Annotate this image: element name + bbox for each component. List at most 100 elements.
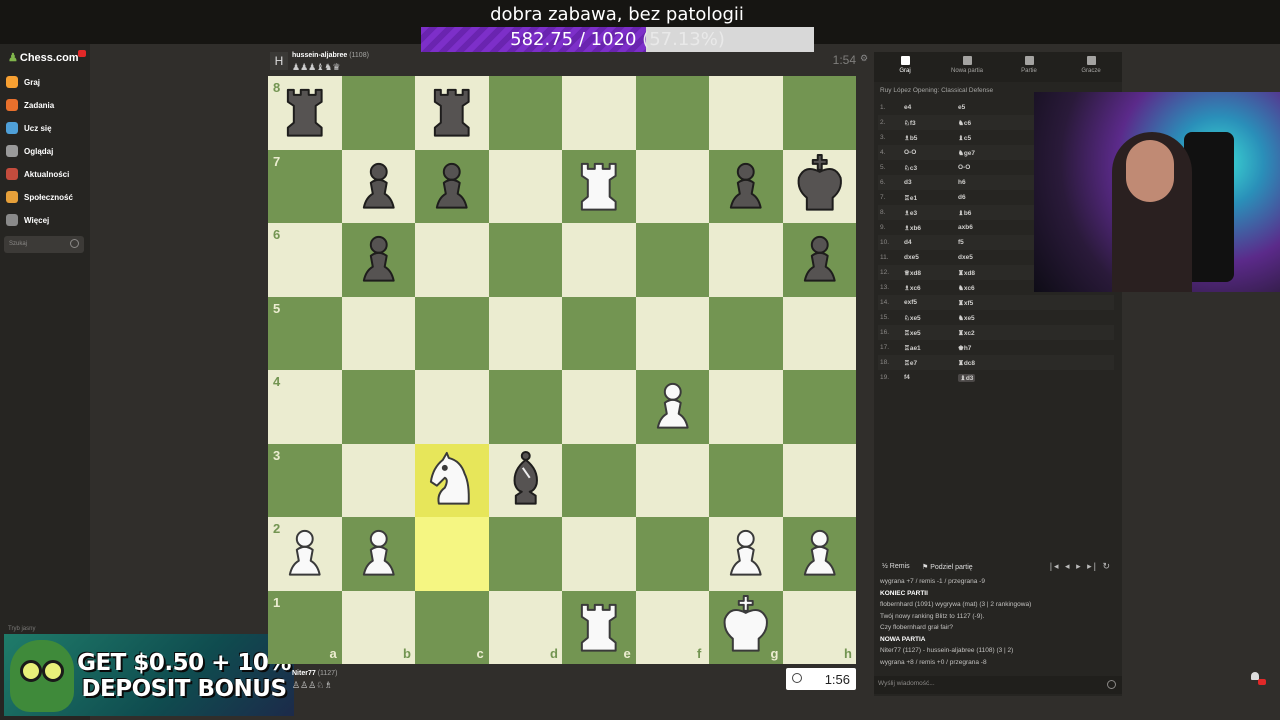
nav-item-0[interactable]: Graj bbox=[6, 73, 40, 91]
tab-1[interactable]: Nowa partia bbox=[936, 56, 998, 74]
opponent-avatar[interactable]: H bbox=[270, 52, 288, 70]
player-name[interactable]: Niter77 bbox=[292, 670, 316, 677]
opening-name[interactable]: Ruy López Opening: Classical Defense bbox=[880, 87, 993, 94]
black-move[interactable]: ♝c5 bbox=[958, 134, 971, 142]
white-pawn-icon[interactable] bbox=[783, 517, 857, 591]
square-h5[interactable] bbox=[782, 296, 856, 370]
white-move[interactable]: ♖e1 bbox=[904, 194, 917, 202]
square-b4[interactable] bbox=[341, 370, 415, 444]
white-move[interactable]: exf5 bbox=[904, 299, 917, 306]
chess-board[interactable]: 87654321abcdefgh bbox=[268, 76, 856, 664]
square-f2[interactable] bbox=[635, 517, 709, 591]
black-pawn-icon[interactable] bbox=[342, 150, 416, 224]
black-move[interactable]: O-O bbox=[958, 164, 970, 171]
black-rook-icon[interactable] bbox=[268, 76, 342, 150]
black-move[interactable]: ♝d3 bbox=[958, 374, 976, 382]
square-b5[interactable] bbox=[341, 296, 415, 370]
square-d8[interactable] bbox=[488, 76, 562, 150]
square-d5[interactable] bbox=[488, 296, 562, 370]
square-c5[interactable] bbox=[415, 296, 489, 370]
white-move[interactable]: ♗b5 bbox=[904, 134, 917, 142]
square-g8[interactable] bbox=[709, 76, 783, 150]
square-b3[interactable] bbox=[341, 443, 415, 517]
black-move[interactable]: axb6 bbox=[958, 224, 973, 231]
white-pawn-icon[interactable] bbox=[636, 370, 710, 444]
square-g4[interactable] bbox=[709, 370, 783, 444]
white-move[interactable]: ♖e7 bbox=[904, 359, 917, 367]
black-move[interactable]: h6 bbox=[958, 179, 966, 186]
black-pawn-icon[interactable] bbox=[709, 150, 783, 224]
square-d2[interactable] bbox=[488, 517, 562, 591]
square-e5[interactable] bbox=[562, 296, 636, 370]
search-input[interactable]: Szukaj bbox=[4, 236, 84, 253]
nav-item-1[interactable]: Zadania bbox=[6, 96, 54, 114]
square-c6[interactable] bbox=[415, 223, 489, 297]
black-move[interactable]: ♚h7 bbox=[958, 344, 971, 352]
black-move[interactable]: ♜xf5 bbox=[958, 299, 973, 307]
nav-item-4[interactable]: Aktualności bbox=[6, 165, 69, 183]
tab-3[interactable]: Gracze bbox=[1060, 56, 1122, 74]
square-c4[interactable] bbox=[415, 370, 489, 444]
square-f5[interactable] bbox=[635, 296, 709, 370]
white-move[interactable]: O-O bbox=[904, 149, 916, 156]
square-b8[interactable] bbox=[341, 76, 415, 150]
square-e4[interactable] bbox=[562, 370, 636, 444]
square-c2[interactable] bbox=[415, 517, 489, 591]
white-move[interactable]: e4 bbox=[904, 104, 911, 111]
nav-item-6[interactable]: Więcej bbox=[6, 211, 49, 229]
black-king-icon[interactable] bbox=[783, 150, 857, 224]
square-d4[interactable] bbox=[488, 370, 562, 444]
white-king-icon[interactable] bbox=[709, 591, 783, 665]
chesscom-logo[interactable]: ♟ Chess.com bbox=[8, 51, 79, 64]
white-rook-icon[interactable] bbox=[562, 591, 636, 665]
square-f8[interactable] bbox=[635, 76, 709, 150]
black-pawn-icon[interactable] bbox=[415, 150, 489, 224]
square-e6[interactable] bbox=[562, 223, 636, 297]
white-move[interactable]: d4 bbox=[904, 239, 912, 246]
square-h3[interactable] bbox=[782, 443, 856, 517]
white-move[interactable]: ♗xc6 bbox=[904, 284, 921, 292]
white-rook-icon[interactable] bbox=[562, 150, 636, 224]
square-d7[interactable] bbox=[488, 149, 562, 223]
white-move[interactable]: ♖xe5 bbox=[904, 329, 921, 337]
white-move[interactable]: ♖ae1 bbox=[904, 344, 921, 352]
white-move[interactable]: dxe5 bbox=[904, 254, 919, 261]
black-bishop-icon[interactable] bbox=[489, 444, 563, 518]
square-g6[interactable] bbox=[709, 223, 783, 297]
black-move[interactable]: ♜xd8 bbox=[958, 269, 975, 277]
square-h4[interactable] bbox=[782, 370, 856, 444]
white-move[interactable]: d3 bbox=[904, 179, 912, 186]
black-move[interactable]: ♞c6 bbox=[958, 119, 971, 127]
nav-item-2[interactable]: Ucz się bbox=[6, 119, 52, 137]
settings-icon[interactable]: ⚙ bbox=[860, 53, 868, 64]
black-move[interactable]: d6 bbox=[958, 194, 966, 201]
nav-item-3[interactable]: Oglądaj bbox=[6, 142, 53, 160]
white-pawn-icon[interactable] bbox=[342, 517, 416, 591]
square-f6[interactable] bbox=[635, 223, 709, 297]
white-move[interactable]: ♗e3 bbox=[904, 209, 917, 217]
white-move[interactable]: ♘xe5 bbox=[904, 314, 921, 322]
white-pawn-icon[interactable] bbox=[268, 517, 342, 591]
draw-button[interactable]: ½ Remis bbox=[882, 563, 910, 570]
white-move[interactable]: ♘c3 bbox=[904, 164, 917, 172]
white-knight-icon[interactable] bbox=[415, 444, 489, 518]
share-game-button[interactable]: ⚑ Podziel partię bbox=[922, 563, 973, 571]
move-navigation-icons[interactable]: |◂ ◂ ▸ ▸| ↻ bbox=[1050, 561, 1112, 572]
black-pawn-icon[interactable] bbox=[342, 223, 416, 297]
square-f3[interactable] bbox=[635, 443, 709, 517]
black-rook-icon[interactable] bbox=[415, 76, 489, 150]
deposit-bonus-ad[interactable]: GET $0.50 + 10% DEPOSIT BONUS bbox=[4, 634, 294, 716]
white-move[interactable]: ♘f3 bbox=[904, 119, 916, 127]
white-move[interactable]: f4 bbox=[904, 374, 910, 381]
white-move[interactable]: ♗xb6 bbox=[904, 224, 921, 232]
tab-0[interactable]: Graj bbox=[874, 56, 936, 74]
chat-input[interactable]: Wyślij wiadomość... bbox=[874, 676, 1122, 694]
black-move[interactable]: ♞xe5 bbox=[958, 314, 975, 322]
square-e8[interactable] bbox=[562, 76, 636, 150]
black-move[interactable]: ♜xc2 bbox=[958, 329, 975, 337]
square-g5[interactable] bbox=[709, 296, 783, 370]
black-move[interactable]: e5 bbox=[958, 104, 965, 111]
black-move[interactable]: ♞xc6 bbox=[958, 284, 975, 292]
white-pawn-icon[interactable] bbox=[709, 517, 783, 591]
tab-2[interactable]: Partie bbox=[998, 56, 1060, 74]
